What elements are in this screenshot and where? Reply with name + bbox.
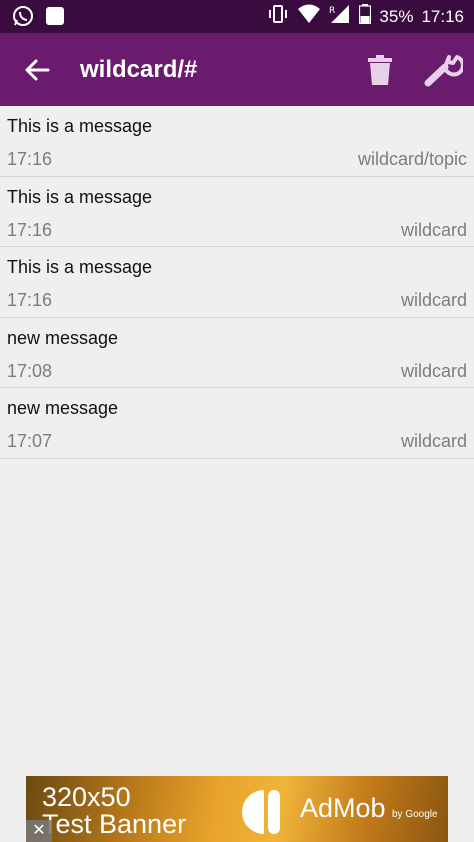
ad-close-button[interactable]: ✕ — [26, 820, 52, 842]
battery-icon — [359, 4, 372, 29]
message-item[interactable]: This is a message 17:16 wildcard — [0, 247, 474, 318]
message-text: This is a message — [7, 186, 153, 207]
status-time: 17:16 — [421, 6, 464, 26]
message-time: 17:16 — [7, 219, 53, 240]
message-item[interactable]: This is a message 17:16 wildcard/topic — [0, 106, 474, 177]
message-time: 17:16 — [7, 149, 53, 169]
message-time: 17:08 — [7, 360, 53, 381]
status-left-icons — [12, 5, 66, 32]
whatsapp-icon — [12, 5, 34, 32]
message-topic: wildcard — [400, 431, 467, 452]
status-right: R 35% 17:16 — [267, 0, 464, 33]
ad-banner[interactable]: 320x50 Test Banner AdMob by Google ✕ — [26, 776, 448, 842]
wrench-icon — [424, 55, 463, 87]
message-topic: wildcard — [400, 290, 467, 311]
wifi-icon — [297, 4, 321, 29]
message-time: 17:16 — [7, 290, 53, 311]
ad-test-label: Test Banner — [42, 809, 187, 839]
vibrate-icon — [267, 4, 289, 29]
status-bar: R 35% 17:16 — [0, 0, 474, 33]
message-topic: wildcard/topic — [357, 149, 467, 169]
page-title: wildcard/# — [80, 56, 198, 83]
app-bar: wildcard/# — [0, 33, 474, 106]
battery-percent: 35% — [379, 6, 414, 26]
message-time: 17:07 — [7, 431, 53, 452]
message-list: This is a message 17:16 wildcard/topic T… — [0, 106, 474, 459]
arrow-back-icon — [25, 59, 50, 81]
settings-button[interactable] — [420, 50, 466, 90]
admob-logo-icon — [242, 790, 280, 834]
message-item[interactable]: new message 17:07 wildcard — [0, 388, 474, 459]
message-text: new message — [7, 327, 119, 348]
ad-brand: AdMob — [300, 793, 386, 823]
message-topic: wildcard — [400, 219, 467, 240]
close-icon: ✕ — [32, 822, 46, 839]
message-item[interactable]: new message 17:08 wildcard — [0, 318, 474, 389]
message-text: new message — [7, 398, 119, 419]
roaming-label: R — [329, 6, 335, 16]
trash-icon — [368, 55, 392, 85]
message-topic: wildcard — [400, 360, 467, 381]
signal-roaming-icon: R — [329, 4, 351, 29]
ad-brand-sub: by Google — [392, 809, 438, 820]
delete-button[interactable] — [362, 50, 398, 90]
notification-square-icon — [44, 5, 66, 32]
message-text: This is a message — [7, 257, 153, 278]
message-item[interactable]: This is a message 17:16 wildcard — [0, 177, 474, 248]
back-button[interactable] — [18, 51, 56, 89]
message-text: This is a message — [7, 116, 153, 136]
